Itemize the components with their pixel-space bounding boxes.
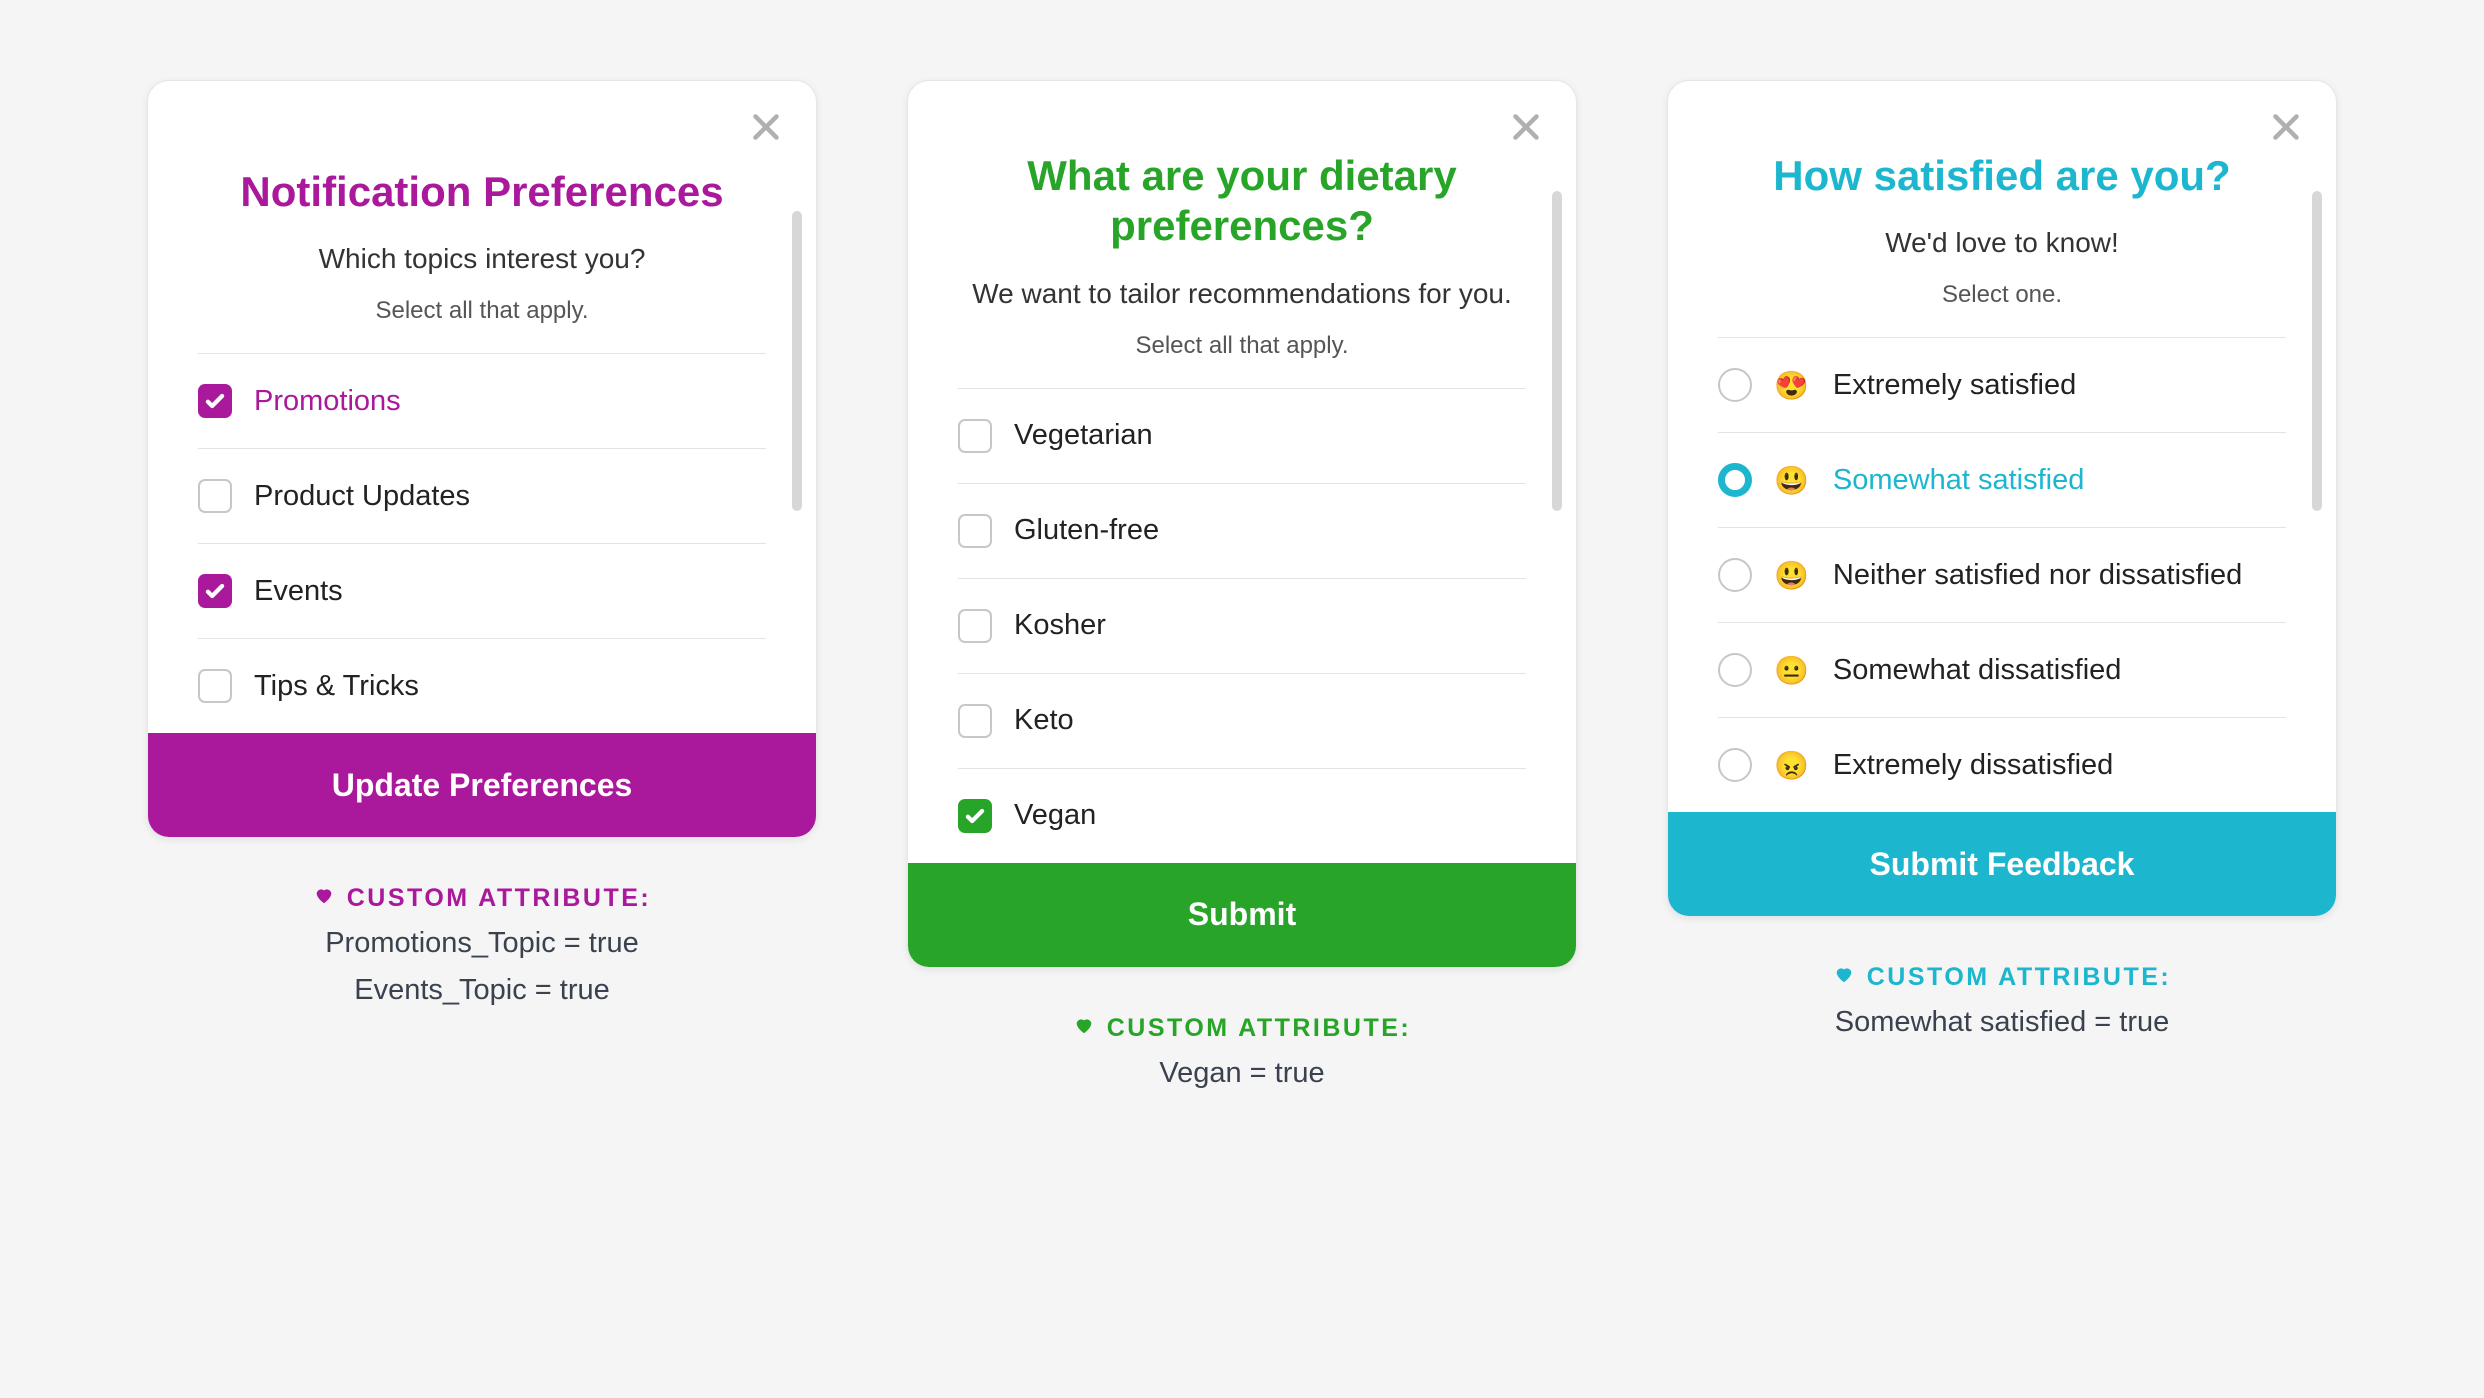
survey-card: What are your dietary preferences? We wa… [907, 80, 1577, 968]
scrollbar[interactable] [2312, 191, 2322, 511]
meta-label: CUSTOM ATTRIBUTE: [1107, 1014, 1412, 1043]
custom-attribute-note: CUSTOM ATTRIBUTE: Promotions_Topic = tru… [313, 884, 652, 1007]
card-title: Notification Preferences [198, 167, 766, 217]
checkbox-icon [198, 384, 232, 418]
radio-icon [1718, 653, 1752, 687]
close-icon[interactable] [2268, 109, 2304, 145]
radio-option[interactable]: 😠 Extremely dissatisfied [1718, 717, 2286, 812]
meta-value: Somewhat satisfied = true [1833, 1006, 2172, 1039]
option-label: Extremely dissatisfied [1833, 749, 2113, 782]
checkbox-icon [958, 704, 992, 738]
option-label: Kosher [1014, 609, 1106, 642]
radio-icon [1718, 558, 1752, 592]
card-title: What are your dietary preferences? [958, 151, 1526, 252]
option-label: Neither satisfied nor dissatisfied [1833, 559, 2242, 592]
option-label: Promotions [254, 385, 401, 418]
checkbox-icon [198, 574, 232, 608]
emoji-icon: 😃 [1774, 464, 1809, 497]
option-label: Keto [1014, 704, 1074, 737]
emoji-icon: 😃 [1774, 559, 1809, 592]
radio-icon [1718, 368, 1752, 402]
checkbox-option[interactable]: Keto [958, 673, 1526, 768]
survey-card: How satisfied are you? We'd love to know… [1667, 80, 2337, 917]
option-label: Extremely satisfied [1833, 369, 2076, 402]
radio-option[interactable]: 😃 Neither satisfied nor dissatisfied [1718, 527, 2286, 622]
option-label: Events [254, 575, 343, 608]
option-label: Product Updates [254, 480, 470, 513]
meta-value: Vegan = true [1073, 1057, 1412, 1090]
survey-column-satisfaction: How satisfied are you? We'd love to know… [1667, 80, 2337, 1039]
checkbox-option[interactable]: Events [198, 543, 766, 638]
submit-button[interactable]: Submit [908, 863, 1576, 967]
checkbox-icon [198, 669, 232, 703]
heart-icon [1073, 1014, 1095, 1043]
checkbox-icon [958, 419, 992, 453]
close-icon[interactable] [1508, 109, 1544, 145]
card-hint: Select all that apply. [198, 297, 766, 325]
checkbox-option[interactable]: Vegan [958, 768, 1526, 863]
option-label: Gluten-free [1014, 514, 1159, 547]
meta-header: CUSTOM ATTRIBUTE: [1833, 963, 2172, 992]
submit-button[interactable]: Submit Feedback [1668, 812, 2336, 916]
checkbox-icon [198, 479, 232, 513]
checkbox-icon [958, 799, 992, 833]
radio-option[interactable]: 😃 Somewhat satisfied [1718, 432, 2286, 527]
card-subtitle: Which topics interest you? [198, 243, 766, 275]
option-list: Vegetarian Gluten-free Kosher Keto Vegan [958, 388, 1526, 863]
meta-label: CUSTOM ATTRIBUTE: [347, 884, 652, 913]
emoji-icon: 😍 [1774, 369, 1809, 402]
custom-attribute-note: CUSTOM ATTRIBUTE: Vegan = true [1073, 1014, 1412, 1090]
card-body: How satisfied are you? We'd love to know… [1668, 81, 2336, 812]
radio-icon [1718, 463, 1752, 497]
survey-column-notifications: Notification Preferences Which topics in… [147, 80, 817, 1007]
meta-value: Promotions_Topic = true [313, 927, 652, 960]
option-list: 😍 Extremely satisfied 😃 Somewhat satisfi… [1718, 337, 2286, 812]
checkbox-option[interactable]: Tips & Tricks [198, 638, 766, 733]
option-label: Tips & Tricks [254, 670, 419, 703]
meta-label: CUSTOM ATTRIBUTE: [1867, 963, 2172, 992]
option-label: Somewhat dissatisfied [1833, 654, 2122, 687]
meta-header: CUSTOM ATTRIBUTE: [313, 884, 652, 913]
custom-attribute-note: CUSTOM ATTRIBUTE: Somewhat satisfied = t… [1833, 963, 2172, 1039]
checkbox-icon [958, 609, 992, 643]
option-label: Vegan [1014, 799, 1096, 832]
radio-icon [1718, 748, 1752, 782]
checkbox-option[interactable]: Product Updates [198, 448, 766, 543]
emoji-icon: 😠 [1774, 749, 1809, 782]
scrollbar[interactable] [1552, 191, 1562, 511]
checkbox-icon [958, 514, 992, 548]
scrollbar[interactable] [792, 211, 802, 511]
close-icon[interactable] [748, 109, 784, 145]
option-label: Vegetarian [1014, 419, 1153, 452]
emoji-icon: 😐 [1774, 654, 1809, 687]
card-body: Notification Preferences Which topics in… [148, 81, 816, 733]
card-subtitle: We want to tailor recommendations for yo… [958, 278, 1526, 310]
card-hint: Select all that apply. [958, 332, 1526, 360]
checkbox-option[interactable]: Gluten-free [958, 483, 1526, 578]
survey-card: Notification Preferences Which topics in… [147, 80, 817, 838]
option-list: Promotions Product Updates Events Tips &… [198, 353, 766, 733]
heart-icon [313, 884, 335, 913]
checkbox-option[interactable]: Vegetarian [958, 388, 1526, 483]
submit-button[interactable]: Update Preferences [148, 733, 816, 837]
card-body: What are your dietary preferences? We wa… [908, 81, 1576, 863]
card-title: How satisfied are you? [1718, 151, 2286, 201]
radio-option[interactable]: 😍 Extremely satisfied [1718, 337, 2286, 432]
checkbox-option[interactable]: Kosher [958, 578, 1526, 673]
meta-value: Events_Topic = true [313, 974, 652, 1007]
survey-column-dietary: What are your dietary preferences? We wa… [907, 80, 1577, 1090]
checkbox-option[interactable]: Promotions [198, 353, 766, 448]
card-subtitle: We'd love to know! [1718, 227, 2286, 259]
heart-icon [1833, 963, 1855, 992]
radio-option[interactable]: 😐 Somewhat dissatisfied [1718, 622, 2286, 717]
option-label: Somewhat satisfied [1833, 464, 2084, 497]
meta-header: CUSTOM ATTRIBUTE: [1073, 1014, 1412, 1043]
card-hint: Select one. [1718, 281, 2286, 309]
